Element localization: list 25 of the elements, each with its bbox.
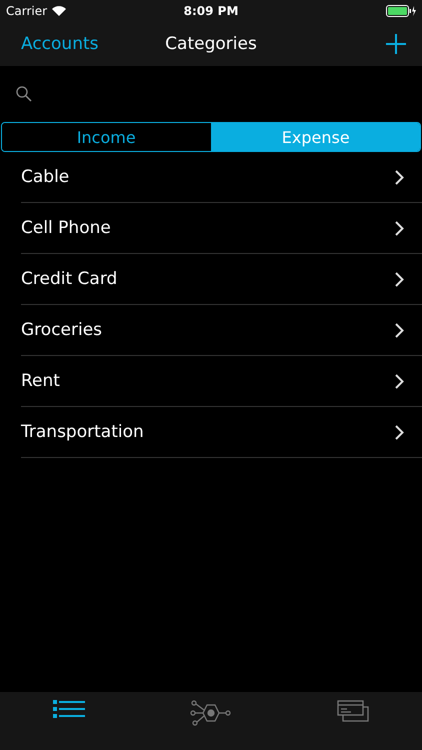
chevron-icon xyxy=(395,424,404,440)
search-icon[interactable] xyxy=(16,86,32,102)
status-time: 8:09 PM xyxy=(184,4,238,18)
tab-bar-item[interactable] xyxy=(190,700,232,726)
chevron-icon xyxy=(395,170,404,184)
chevron-icon xyxy=(395,272,404,286)
tab-bar-item[interactable] xyxy=(52,700,85,718)
chevron-icon xyxy=(395,374,404,388)
nav-title: Categories xyxy=(165,34,257,54)
category-label[interactable]: Cable xyxy=(21,167,70,187)
carrier-label: Carrier xyxy=(6,4,48,18)
chevron-icon xyxy=(395,220,404,236)
back-link[interactable]: Accounts xyxy=(21,34,98,54)
tab-bar-item[interactable] xyxy=(337,700,370,722)
category-label[interactable]: Transportation xyxy=(21,422,144,442)
category-label[interactable]: Credit Card xyxy=(21,269,118,289)
battery-icon xyxy=(386,5,416,17)
category-label[interactable]: Cell Phone xyxy=(21,218,111,238)
list-icon xyxy=(52,700,85,718)
network-icon xyxy=(190,700,232,726)
wifi-icon xyxy=(52,6,66,16)
category-label[interactable]: Rent xyxy=(21,371,60,391)
cards-icon xyxy=(337,700,370,722)
category-label[interactable]: Groceries xyxy=(21,320,102,340)
chevron-icon xyxy=(395,322,404,338)
